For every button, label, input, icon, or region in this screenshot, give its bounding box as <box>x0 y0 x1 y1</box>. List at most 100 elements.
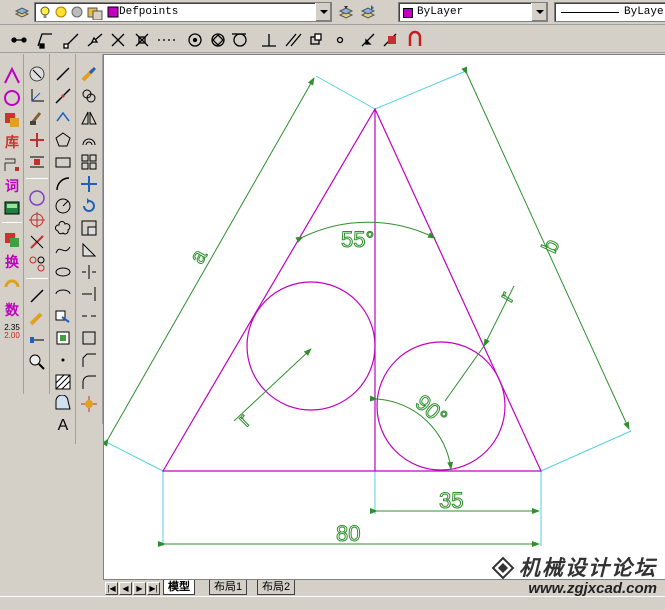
connect-icon[interactable] <box>26 330 48 350</box>
circle-icon[interactable] <box>1 88 23 108</box>
stretch-arrows-icon[interactable] <box>26 130 48 150</box>
line-icon[interactable] <box>1 66 23 86</box>
ellipse-arc-icon[interactable] <box>52 284 74 304</box>
site-watermark: 机械设计论坛 www.zgjxcad.com <box>491 552 657 597</box>
last-tab-button[interactable]: ▶| <box>147 582 160 595</box>
snap-center-icon[interactable] <box>188 33 202 47</box>
from-icon[interactable] <box>37 33 52 49</box>
snap-tangent-icon[interactable] <box>232 33 247 47</box>
library-icon[interactable]: 库 <box>1 132 23 152</box>
offset-icon[interactable] <box>78 130 100 150</box>
align-icon[interactable] <box>26 152 48 172</box>
polyline-draw-icon[interactable] <box>52 108 74 128</box>
snap-none-icon[interactable] <box>383 33 397 47</box>
rotate-icon[interactable] <box>1 276 23 296</box>
layer-manager-icon[interactable] <box>12 2 32 22</box>
array-modify-icon[interactable] <box>78 152 100 172</box>
color-dropdown-arrow[interactable] <box>531 3 547 21</box>
text-icon[interactable]: A <box>52 416 74 436</box>
layer-previous-icon[interactable] <box>358 2 378 22</box>
snap-nearest-icon[interactable] <box>361 33 375 47</box>
pencil-icon[interactable] <box>26 308 48 328</box>
point-icon[interactable] <box>52 350 74 370</box>
drawing-canvas[interactable]: a b 55° 90° 35 80 r r <box>103 54 665 579</box>
linetype-combo[interactable]: ByLayer <box>554 2 665 22</box>
snap-endpoint-icon[interactable] <box>63 33 79 49</box>
circle-magenta-icon[interactable] <box>26 188 48 208</box>
stretch-icon[interactable] <box>78 240 100 260</box>
revision-cloud-icon[interactable] <box>52 218 74 238</box>
ellipse-icon[interactable] <box>52 262 74 282</box>
first-tab-button[interactable]: |◀ <box>105 582 118 595</box>
layer-combo[interactable]: Defpoints <box>34 2 332 22</box>
explode-icon[interactable] <box>78 394 100 414</box>
convert-icon[interactable]: 换 <box>1 252 23 272</box>
linetype-sample <box>561 12 619 13</box>
radius-right-label: r <box>494 287 519 306</box>
break-at-point-icon[interactable] <box>78 328 100 348</box>
snap-settings-icon[interactable] <box>408 30 422 46</box>
draw-line-icon[interactable] <box>52 64 74 84</box>
extension-lines <box>104 70 632 546</box>
make-block-icon[interactable] <box>52 328 74 348</box>
measure-icon[interactable] <box>26 64 48 84</box>
break-icon[interactable] <box>78 306 100 326</box>
dim-80-label: 80 <box>336 521 360 546</box>
snap-node-icon[interactable] <box>336 36 344 44</box>
number-icon[interactable]: 数 <box>1 300 23 320</box>
tab-model[interactable]: 模型 <box>163 580 195 595</box>
insert-block-icon[interactable] <box>1 110 23 130</box>
palette-separator <box>26 278 48 279</box>
color-combo[interactable]: ByLayer <box>398 2 548 22</box>
layer-dropdown-arrow[interactable] <box>315 3 331 21</box>
trim-icon[interactable] <box>26 232 48 252</box>
tab-layout1[interactable]: 布局1 <box>209 580 248 595</box>
arc-icon[interactable] <box>52 174 74 194</box>
snap-insert-icon[interactable] <box>310 33 322 45</box>
spline-icon[interactable] <box>52 240 74 260</box>
array-icon[interactable] <box>26 254 48 274</box>
decimal-icon[interactable]: 2.35 2.00 <box>1 322 23 342</box>
rectangle-icon[interactable] <box>52 152 74 172</box>
polyline-icon[interactable] <box>26 286 48 306</box>
linetype-name: ByLayer <box>624 6 665 18</box>
prev-tab-button[interactable]: ◀ <box>119 582 132 595</box>
trim-modify-icon[interactable] <box>78 262 100 282</box>
ucs-icon[interactable] <box>26 86 48 106</box>
rotate-modify-icon[interactable] <box>78 196 100 216</box>
dimension-icon[interactable] <box>1 154 23 174</box>
insert-block-draw-icon[interactable] <box>52 306 74 326</box>
snap-apparent-icon[interactable] <box>135 33 149 47</box>
mirror-icon[interactable] <box>78 108 100 128</box>
move-icon[interactable] <box>78 174 100 194</box>
copy-icon[interactable] <box>78 86 100 106</box>
hatch-icon[interactable] <box>52 372 74 392</box>
palette-separator <box>26 178 48 179</box>
temp-track-icon[interactable] <box>11 37 27 43</box>
block-attribute-icon[interactable] <box>1 230 23 250</box>
vocabulary-icon[interactable]: 词 <box>1 176 23 196</box>
dim-b-label: b <box>536 235 564 257</box>
target-icon[interactable] <box>26 210 48 230</box>
paint-brush-icon[interactable] <box>26 108 48 128</box>
snap-quadrant-icon[interactable] <box>211 33 225 47</box>
object-snap-toolbar <box>0 26 665 53</box>
make-current-icon[interactable] <box>336 2 356 22</box>
construction-line-icon[interactable] <box>52 86 74 106</box>
extend-icon[interactable] <box>78 284 100 304</box>
next-tab-button[interactable]: ▶ <box>133 582 146 595</box>
chamfer-icon[interactable] <box>78 350 100 370</box>
fillet-icon[interactable] <box>78 372 100 392</box>
snap-intersection-icon[interactable] <box>111 33 125 47</box>
snap-parallel-icon[interactable] <box>285 33 302 47</box>
scale-icon[interactable] <box>78 218 100 238</box>
snap-perpendicular-icon[interactable] <box>262 34 276 47</box>
zoom-icon[interactable] <box>26 352 48 372</box>
erase-icon[interactable] <box>78 64 100 84</box>
calculator-icon[interactable] <box>1 198 23 218</box>
polygon-icon[interactable] <box>52 130 74 150</box>
snap-midpoint-icon[interactable] <box>87 33 103 47</box>
region-icon[interactable] <box>52 394 74 414</box>
draw-circle-icon[interactable] <box>52 196 74 216</box>
tab-layout2[interactable]: 布局2 <box>257 580 296 595</box>
